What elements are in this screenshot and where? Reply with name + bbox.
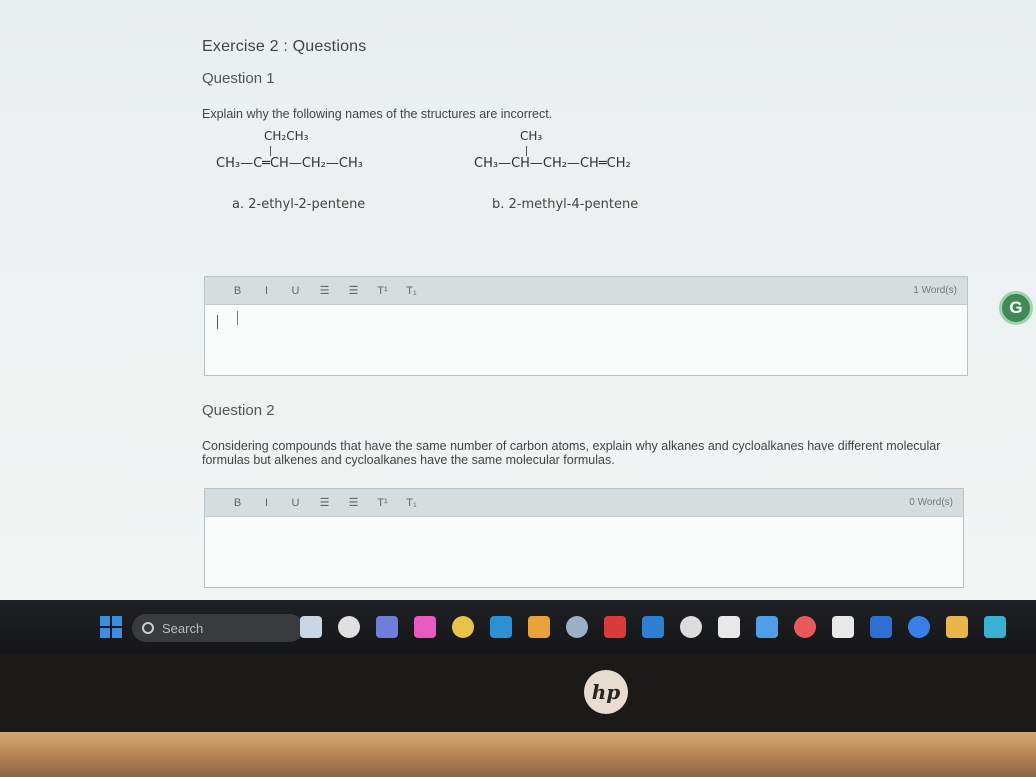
- search-label: Search: [162, 620, 204, 636]
- structure-b-bond: [526, 146, 527, 156]
- question-1-prompt: Explain why the following names of the s…: [202, 107, 553, 121]
- windows-start-icon[interactable]: [100, 616, 122, 638]
- italic-button[interactable]: I: [252, 497, 281, 509]
- taskbar-app-icon[interactable]: [490, 616, 512, 638]
- taskbar-search[interactable]: Search: [132, 614, 304, 642]
- editor-2-textarea[interactable]: [205, 517, 963, 587]
- ordered-list-button[interactable]: ☰: [310, 496, 339, 509]
- question-1-title: Question 1: [202, 70, 275, 87]
- editor-1-toolbar: B I U ☰ ☰ T¹ T₁ 1 Word(s): [205, 277, 967, 305]
- structure-a-caption: a. 2-ethyl-2-pentene: [232, 197, 366, 212]
- taskbar-app-icon[interactable]: [452, 616, 474, 638]
- superscript-button[interactable]: T¹: [368, 285, 397, 297]
- question-2-prompt: Considering compounds that have the same…: [202, 439, 941, 467]
- structures: CH₂CH₃ CH₃—C═CH—CH₂—CH₃ a. 2-ethyl-2-pen…: [202, 121, 972, 231]
- taskbar-app-icon[interactable]: [946, 616, 968, 638]
- search-icon: [142, 622, 154, 634]
- hp-logo: hp: [584, 670, 628, 714]
- unordered-list-button[interactable]: ☰: [339, 496, 368, 509]
- bold-button[interactable]: B: [223, 497, 252, 509]
- taskbar-app-icon[interactable]: [756, 616, 778, 638]
- subscript-button[interactable]: T₁: [397, 497, 426, 509]
- browser-page: Exercise 2 : Questions Question 1 Explai…: [0, 0, 1036, 600]
- taskbar-app-icon[interactable]: [338, 616, 360, 638]
- taskbar-app-icon[interactable]: [908, 616, 930, 638]
- underline-button[interactable]: U: [281, 497, 310, 509]
- word-count: 1 Word(s): [913, 285, 957, 296]
- taskbar-app-icon[interactable]: [642, 616, 664, 638]
- subscript-button[interactable]: T₁: [397, 285, 426, 297]
- answer-editor-2: B I U ☰ ☰ T¹ T₁ 0 Word(s): [204, 488, 964, 588]
- superscript-button[interactable]: T¹: [368, 497, 397, 509]
- page-title: Exercise 2 : Questions: [202, 38, 367, 55]
- taskbar-app-icon[interactable]: [680, 616, 702, 638]
- taskbar-app-icon[interactable]: [604, 616, 626, 638]
- taskbar-app-icon[interactable]: [984, 616, 1006, 638]
- text-caret: [217, 315, 218, 329]
- underline-button[interactable]: U: [281, 285, 310, 297]
- mouse-ibeam: [237, 311, 238, 325]
- ordered-list-button[interactable]: ☰: [310, 284, 339, 297]
- word-count: 0 Word(s): [909, 497, 953, 508]
- structure-a-bond: [270, 146, 271, 156]
- grammarly-icon[interactable]: G: [999, 291, 1033, 325]
- editor-1-textarea[interactable]: [205, 305, 967, 375]
- taskbar-app-icon[interactable]: [300, 616, 322, 638]
- taskbar-app-icon[interactable]: [414, 616, 436, 638]
- taskbar-app-icon[interactable]: [718, 616, 740, 638]
- editor-2-toolbar: B I U ☰ ☰ T¹ T₁ 0 Word(s): [205, 489, 963, 517]
- question-2-title: Question 2: [202, 402, 275, 419]
- desk-surface: [0, 732, 1036, 777]
- taskbar-app-icon[interactable]: [794, 616, 816, 638]
- italic-button[interactable]: I: [252, 285, 281, 297]
- structure-a-branch: CH₂CH₃: [264, 129, 309, 143]
- bold-button[interactable]: B: [223, 285, 252, 297]
- taskbar-app-icon[interactable]: [528, 616, 550, 638]
- structure-b-branch: CH₃: [520, 129, 543, 143]
- structure-a-formula: CH₃—C═CH—CH₂—CH₃: [216, 156, 363, 171]
- taskbar-app-icon[interactable]: [566, 616, 588, 638]
- structure-b-formula: CH₃—CH—CH₂—CH═CH₂: [474, 156, 631, 171]
- laptop-bezel: [0, 654, 1036, 732]
- structure-b-caption: b. 2-methyl-4-pentene: [492, 197, 639, 212]
- taskbar-app-icon[interactable]: [832, 616, 854, 638]
- unordered-list-button[interactable]: ☰: [339, 284, 368, 297]
- answer-editor-1: B I U ☰ ☰ T¹ T₁ 1 Word(s): [204, 276, 968, 376]
- taskbar-app-icon[interactable]: [870, 616, 892, 638]
- question-2-section: Question 2 Considering compounds that ha…: [202, 402, 972, 467]
- taskbar-app-icon[interactable]: [376, 616, 398, 638]
- exercise-content: Exercise 2 : Questions Question 1 Explai…: [202, 38, 972, 231]
